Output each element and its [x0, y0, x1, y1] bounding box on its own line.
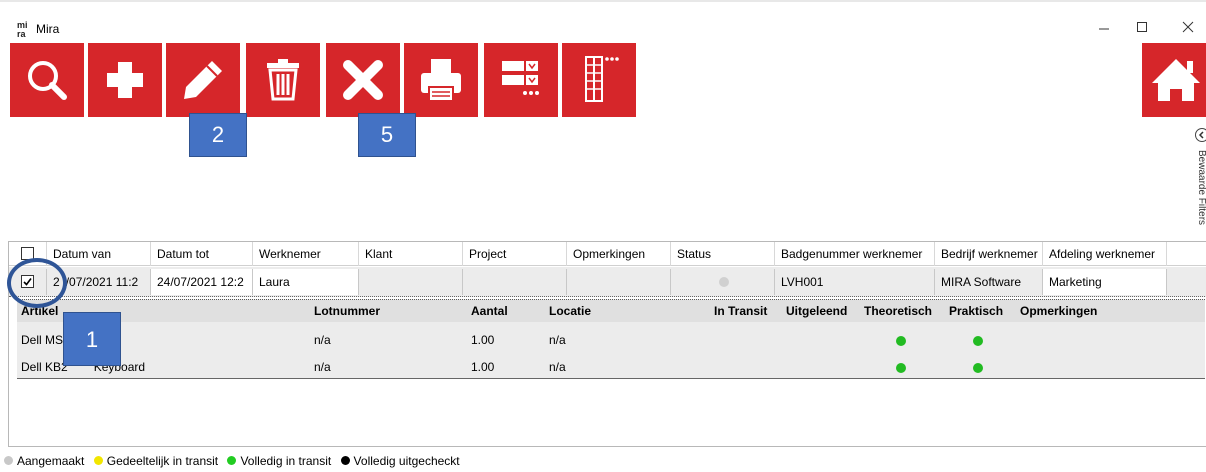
detail-header-praktisch[interactable]: Praktisch	[949, 304, 1003, 318]
column-header-werknemer[interactable]: Werknemer	[253, 242, 359, 266]
side-panel-toggle-icon[interactable]	[1195, 128, 1206, 142]
detail-header-opmerkingen[interactable]: Opmerkingen	[1020, 304, 1097, 318]
minimize-icon[interactable]	[1090, 16, 1118, 40]
status-legend: Aangemaakt Gedeeltelijk in transit Volle…	[4, 454, 466, 470]
detail-cell-locatie: n/a	[549, 360, 566, 374]
legend-item: Volledig in transit	[227, 454, 331, 468]
cell-datum-tot: 24/07/2021 12:2	[151, 269, 253, 295]
home-icon	[1152, 59, 1200, 101]
cell-klant	[359, 269, 463, 295]
cell-status	[671, 269, 775, 295]
plus-icon	[107, 62, 143, 98]
print-button[interactable]	[404, 43, 478, 117]
column-header-datum-tot[interactable]: Datum tot	[151, 242, 253, 266]
delete-button[interactable]	[246, 43, 320, 117]
data-grid: Datum van Datum tot Werknemer Klant Proj…	[8, 241, 1206, 447]
detail-header: Artikel Lotnummer Aantal Locatie In Tran…	[17, 300, 1205, 322]
annotation-badge-5: 5	[358, 113, 416, 157]
praktisch-status-dot	[973, 363, 983, 373]
saved-filters-tab[interactable]: Bewaarde Filters	[1196, 150, 1206, 238]
close-icon[interactable]	[1174, 16, 1202, 40]
praktisch-status-dot	[973, 336, 983, 346]
column-header-afdeling[interactable]: Afdeling werknemer	[1043, 242, 1167, 266]
theoretisch-status-dot	[896, 363, 906, 373]
column-settings-button[interactable]	[484, 43, 558, 117]
cell-werknemer: Laura	[253, 269, 359, 295]
pencil-icon	[184, 61, 222, 99]
layout-settings-icon	[502, 61, 539, 95]
legend-dot-icon	[4, 456, 13, 465]
cell-bedrijf: MIRA Software	[935, 269, 1043, 295]
legend-dot-icon	[227, 456, 237, 465]
cell-datum-van-end: /07/2021 11:2	[65, 275, 139, 289]
window-title: Mira	[36, 22, 60, 36]
table-row[interactable]: 2/07/2021 11:2 24/07/2021 12:2 Laura LVH…	[9, 267, 1206, 297]
grid-header: Datum van Datum tot Werknemer Klant Proj…	[9, 242, 1206, 266]
top-border	[0, 0, 1206, 2]
detail-cell-lotnummer: n/a	[314, 360, 331, 374]
cell-badgenummer: LVH001	[775, 269, 935, 295]
search-button[interactable]	[10, 43, 84, 117]
detail-cell-lotnummer: n/a	[314, 333, 331, 347]
cell-afdeling: Marketing	[1043, 269, 1167, 295]
detail-header-locatie[interactable]: Locatie	[549, 304, 591, 318]
cancel-button[interactable]	[326, 43, 400, 117]
annotation-badge-2: 2	[189, 113, 247, 157]
column-header-klant[interactable]: Klant	[359, 242, 463, 266]
printer-icon	[421, 59, 461, 102]
detail-header-aantal[interactable]: Aantal	[471, 304, 508, 318]
column-header-badgenummer[interactable]: Badgenummer werknemer	[775, 242, 935, 266]
add-button[interactable]	[88, 43, 162, 117]
theoretisch-status-dot	[896, 336, 906, 346]
x-icon	[343, 60, 383, 100]
cell-project	[463, 269, 567, 295]
legend-item: Aangemaakt	[4, 454, 84, 468]
detail-cell-aantal: 1.00	[471, 360, 495, 374]
search-icon	[28, 61, 67, 100]
status-dot	[719, 277, 729, 287]
cell-opmerkingen	[567, 269, 671, 295]
home-button[interactable]	[1142, 43, 1206, 117]
app-logo-icon: mi ra	[16, 20, 32, 39]
legend-item: Gedeeltelijk in transit	[93, 454, 218, 468]
column-header-status[interactable]: Status	[671, 242, 775, 266]
detail-grid: Artikel Lotnummer Aantal Locatie In Tran…	[17, 299, 1205, 379]
legend-item: Volledig uitgecheckt	[340, 454, 460, 468]
maximize-icon[interactable]	[1128, 16, 1156, 40]
svg-text:ra: ra	[17, 29, 27, 38]
column-header-opmerkingen[interactable]: Opmerkingen	[567, 242, 671, 266]
column-header-project[interactable]: Project	[463, 242, 567, 266]
detail-header-theoretisch[interactable]: Theoretisch	[864, 304, 932, 318]
edit-button[interactable]	[166, 43, 240, 117]
detail-header-lotnummer[interactable]: Lotnummer	[314, 304, 380, 318]
detail-cell-aantal: 1.00	[471, 333, 495, 347]
title-bar: mi ra Mira	[0, 10, 1206, 42]
column-header-datum-van[interactable]: Datum van	[47, 242, 151, 266]
mira-window: mi ra Mira 2 5 Bewaarde Filters Datum va…	[0, 0, 1206, 472]
detail-cell-locatie: n/a	[549, 333, 566, 347]
detail-header-in-transit[interactable]: In Transit	[714, 304, 767, 318]
legend-dot-icon	[340, 456, 350, 465]
column-header-bedrijf[interactable]: Bedrijf werknemer	[935, 242, 1043, 266]
legend-dot-icon	[93, 456, 103, 465]
columns-button[interactable]	[562, 43, 636, 117]
highlight-circle	[7, 258, 67, 308]
annotation-badge-1: 1	[63, 312, 121, 366]
trash-icon	[267, 59, 299, 101]
columns-icon	[585, 56, 619, 102]
detail-header-uitgeleend[interactable]: Uitgeleend	[786, 304, 847, 318]
